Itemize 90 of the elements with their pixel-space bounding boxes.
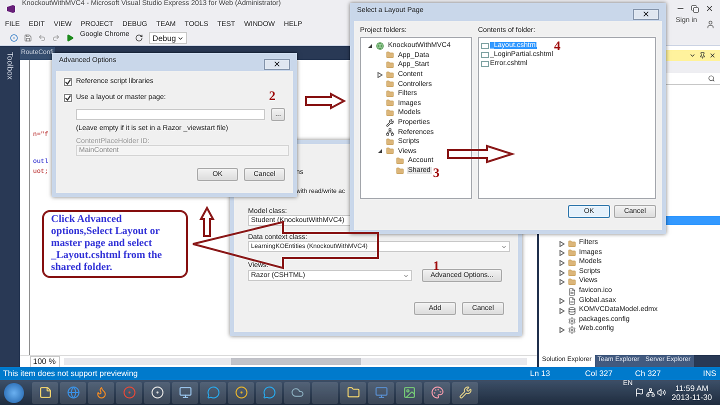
network-icon[interactable] <box>646 388 655 397</box>
collapsed-arrow-icon[interactable] <box>559 308 565 314</box>
taskbar-button[interactable] <box>172 382 198 404</box>
column-indicator: Col 327 <box>585 369 614 378</box>
code-file-icon <box>568 297 576 306</box>
close-icon <box>642 10 650 18</box>
up-arrow-drawing <box>200 207 214 237</box>
circle-dot-icon <box>122 386 136 399</box>
taskbar-button[interactable] <box>284 382 310 404</box>
project-icon <box>376 42 384 50</box>
configuration-dropdown[interactable]: Debug <box>149 32 188 44</box>
pin-icon[interactable] <box>699 52 706 59</box>
taskbar-button[interactable] <box>228 382 254 404</box>
checkbox[interactable] <box>64 94 72 102</box>
status-message: This item does not support previewing <box>3 369 139 378</box>
step-number: 3 <box>433 166 440 179</box>
search-icon <box>708 75 715 82</box>
database-icon <box>568 306 576 315</box>
caret-icon <box>177 34 184 42</box>
close-icon <box>273 60 281 68</box>
close-icon[interactable] <box>709 52 716 59</box>
sticky-note-icon <box>38 386 52 399</box>
collapsed-arrow-icon[interactable] <box>559 250 565 256</box>
right-arrow-drawing <box>305 93 345 109</box>
taskbar-button[interactable] <box>144 382 170 404</box>
flag-icon[interactable] <box>634 388 644 397</box>
refresh-icon[interactable] <box>135 34 144 42</box>
clock[interactable]: 11:59 AM 2013-11-30 <box>668 384 716 402</box>
taskbar-button[interactable] <box>396 382 422 404</box>
circle-dot-icon <box>234 386 248 399</box>
char-indicator: Ch 327 <box>635 369 662 378</box>
collapsed-arrow-icon[interactable] <box>559 240 565 247</box>
instruction-callout: Click Advanced options,Select Layout or master page and select _Layout.cshtml from the shared folder. <box>42 210 188 278</box>
flame-icon <box>94 386 108 399</box>
taskbar-button[interactable] <box>452 382 478 404</box>
zoom-dropdown[interactable]: 100 % <box>30 356 60 368</box>
collapsed-arrow-icon[interactable] <box>377 72 383 78</box>
close-button[interactable] <box>633 8 659 20</box>
user-icon[interactable] <box>706 20 715 28</box>
caret-icon <box>403 272 409 278</box>
step-number: 1 <box>433 259 440 272</box>
globe-icon <box>66 386 80 399</box>
folder-icon <box>346 386 360 399</box>
caret-icon <box>501 244 507 250</box>
insert-mode-indicator: INS <box>703 369 717 378</box>
taskbar-button[interactable] <box>340 382 366 404</box>
layout-path-field[interactable] <box>76 109 266 120</box>
taskbar-button[interactable] <box>256 382 282 404</box>
speaker-icon[interactable] <box>656 388 666 397</box>
circle-icon <box>150 386 164 399</box>
toolbox-tab[interactable]: Toolbox <box>6 52 14 80</box>
taskbar-button[interactable] <box>424 382 450 404</box>
close-button[interactable] <box>264 58 290 70</box>
expanded-arrow-icon[interactable] <box>377 148 383 154</box>
checkbox[interactable] <box>64 78 72 86</box>
collapsed-arrow-icon[interactable] <box>559 270 565 276</box>
file-icon <box>568 288 576 296</box>
taskbar-button[interactable] <box>368 382 394 404</box>
wrench-icon <box>386 118 394 127</box>
chat-icon <box>262 386 276 399</box>
monitor-icon <box>178 386 192 399</box>
image-icon <box>402 386 416 399</box>
chat-icon <box>206 386 220 399</box>
save-icon[interactable] <box>24 34 32 42</box>
folder-icon <box>396 166 404 175</box>
references-icon <box>386 128 394 136</box>
line-indicator: Ln 13 <box>530 369 552 378</box>
collapsed-arrow-icon[interactable] <box>559 327 565 334</box>
taskbar-button[interactable] <box>200 382 226 404</box>
dropdown-icon[interactable] <box>689 52 696 59</box>
expanded-arrow-icon[interactable] <box>367 42 373 49</box>
step-number: 2 <box>269 89 276 102</box>
collapsed-arrow-icon[interactable] <box>559 260 565 266</box>
palette-icon <box>430 386 444 399</box>
restore-icon[interactable] <box>691 4 699 12</box>
taskbar-button[interactable] <box>32 382 58 404</box>
close-icon[interactable] <box>705 4 714 13</box>
right-arrow-drawing <box>447 145 513 163</box>
collapsed-arrow-icon[interactable] <box>559 279 565 286</box>
taskbar-button[interactable] <box>88 382 114 404</box>
wrench-icon <box>458 386 472 399</box>
taskbar-button[interactable] <box>60 382 86 404</box>
start-button[interactable] <box>4 382 24 402</box>
play-icon[interactable] <box>66 34 74 42</box>
collapsed-arrow-icon[interactable] <box>559 298 565 304</box>
cloud-icon <box>290 386 304 399</box>
folder-icon <box>396 156 404 165</box>
step-number: 4 <box>554 39 560 52</box>
horizontal-scrollbar[interactable] <box>64 358 527 365</box>
monitor-icon <box>374 386 388 399</box>
